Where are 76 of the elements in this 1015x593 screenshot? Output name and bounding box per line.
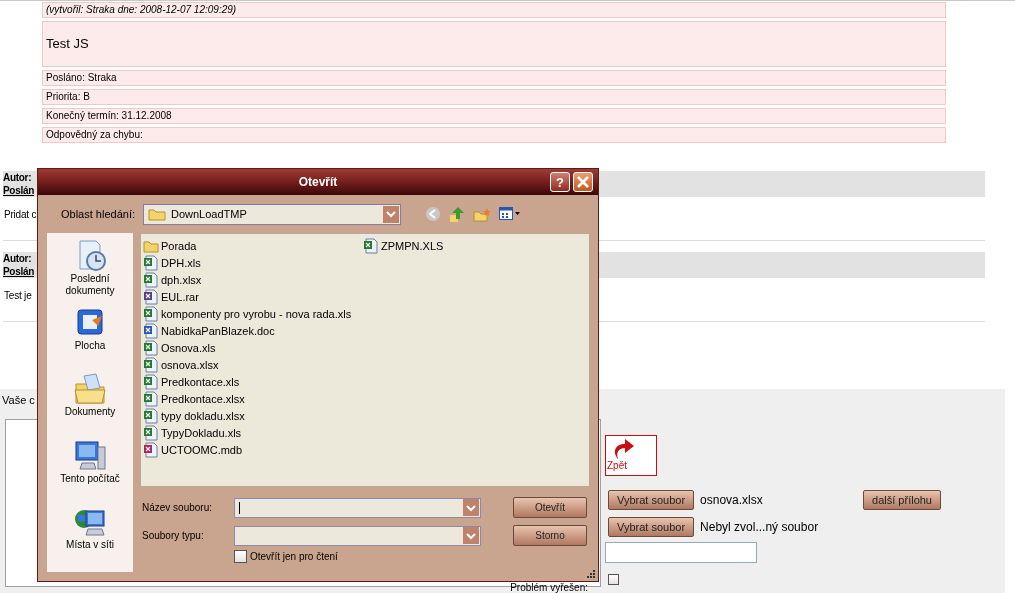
file-item[interactable]: Predkontace.xls [143, 373, 363, 390]
document-icon [143, 254, 159, 271]
subject-text: Test JS [42, 21, 946, 67]
comment-text: Test je [4, 290, 32, 301]
up-folder-icon[interactable] [449, 205, 465, 223]
solved-checkbox[interactable] [608, 574, 619, 585]
file-item[interactable]: DPH.xls [143, 254, 363, 271]
back-icon[interactable] [425, 206, 441, 222]
look-in-label: Oblast hledání: [61, 208, 135, 220]
record-field: Priorita: B [42, 89, 946, 105]
record-field: Posláno: Straka [42, 70, 946, 86]
record-field: Konečný termín: 31.12.2008 [42, 108, 946, 124]
document-icon [143, 305, 159, 322]
record-field: Odpovědný za chybu: [42, 127, 946, 143]
help-button[interactable]: ? [550, 172, 570, 192]
file-item[interactable]: osnova.xlsx [143, 356, 363, 373]
place-item[interactable]: Dokumenty [64, 372, 116, 439]
document-icon [143, 424, 159, 441]
read-only-label: Otevřít jen pro čtení [250, 551, 338, 562]
document-icon [143, 271, 159, 288]
back-button[interactable]: Zpět [605, 435, 657, 476]
look-in-dropdown[interactable]: DownLoadTMP [143, 203, 401, 225]
place-item[interactable]: Místa v síti [66, 505, 114, 572]
file-item[interactable]: Porada [143, 237, 363, 254]
computer-place-icon [72, 438, 108, 473]
file-type-label: Soubory typu: [141, 530, 205, 541]
file-item[interactable]: komponenty pro vyrobu - nova rada.xls [143, 305, 363, 322]
file-item[interactable]: Predkontace.xlsx [143, 390, 363, 407]
document-icon [143, 356, 159, 373]
file-item[interactable]: typy dokladu.xlsx [143, 407, 363, 424]
documents-place-icon [72, 372, 108, 407]
file-item[interactable]: ZPMPN.XLS [363, 237, 587, 254]
solved-label: Problém vyřešen: [509, 581, 588, 593]
place-item[interactable]: Tento počítač [60, 438, 120, 506]
file-item[interactable]: Osnova.xls [143, 339, 363, 356]
place-item[interactable]: Poslední dokumenty [47, 239, 133, 306]
file-name-label: Název souboru: [141, 502, 214, 513]
resize-grip-icon[interactable] [586, 569, 596, 579]
place-item[interactable]: Plocha [72, 305, 108, 373]
chevron-down-icon[interactable] [466, 503, 476, 512]
dialog-title: Otevřít [298, 175, 338, 189]
file-item[interactable]: dph.xlsx [143, 271, 363, 288]
chevron-down-icon[interactable] [386, 210, 396, 218]
file-item[interactable]: UCTOOMC.mdb [143, 441, 363, 458]
chevron-down-icon[interactable] [466, 531, 476, 540]
file-item[interactable]: EUL.rar [143, 288, 363, 305]
document-icon [143, 322, 159, 339]
file-item[interactable]: TypyDokladu.xls [143, 424, 363, 441]
read-only-checkbox[interactable] [234, 550, 247, 563]
cancel-button[interactable]: Storno [513, 525, 587, 546]
created-info: (vytvořil: Straka dne: 2008-12-07 12:09:29) [42, 2, 946, 18]
author-label: Autor: [3, 253, 32, 264]
sent-label: Poslán [3, 266, 34, 277]
sent-label: Poslán [3, 185, 34, 196]
file-name: osnova.xlsx [700, 492, 763, 507]
author-label: Autor: [3, 172, 32, 183]
file-item[interactable]: NabidkaPanBlazek.doc [143, 322, 363, 339]
view-menu-icon[interactable] [499, 207, 521, 221]
document-icon [143, 373, 159, 390]
open-button[interactable]: Otevřít [513, 497, 587, 518]
document-icon [363, 237, 379, 254]
document-icon [143, 339, 159, 356]
choose-file-button[interactable]: Vybrat soubor [608, 516, 695, 537]
folder-icon [148, 207, 166, 221]
choose-file-button[interactable]: Vybrat soubor [608, 489, 695, 510]
file-name-field[interactable] [234, 497, 481, 518]
reply-label: Vaše c [2, 394, 35, 406]
document-icon [143, 288, 159, 305]
document-icon [143, 407, 159, 424]
document-icon [143, 390, 159, 407]
file-name: Nebyl zvol...ný soubor [700, 519, 819, 534]
document-icon [143, 441, 159, 458]
add-attachment-button[interactable]: další přílohu [863, 489, 941, 510]
comment-text: Pridat c [4, 209, 37, 220]
new-folder-icon[interactable] [473, 206, 491, 222]
text-input[interactable] [605, 542, 757, 563]
